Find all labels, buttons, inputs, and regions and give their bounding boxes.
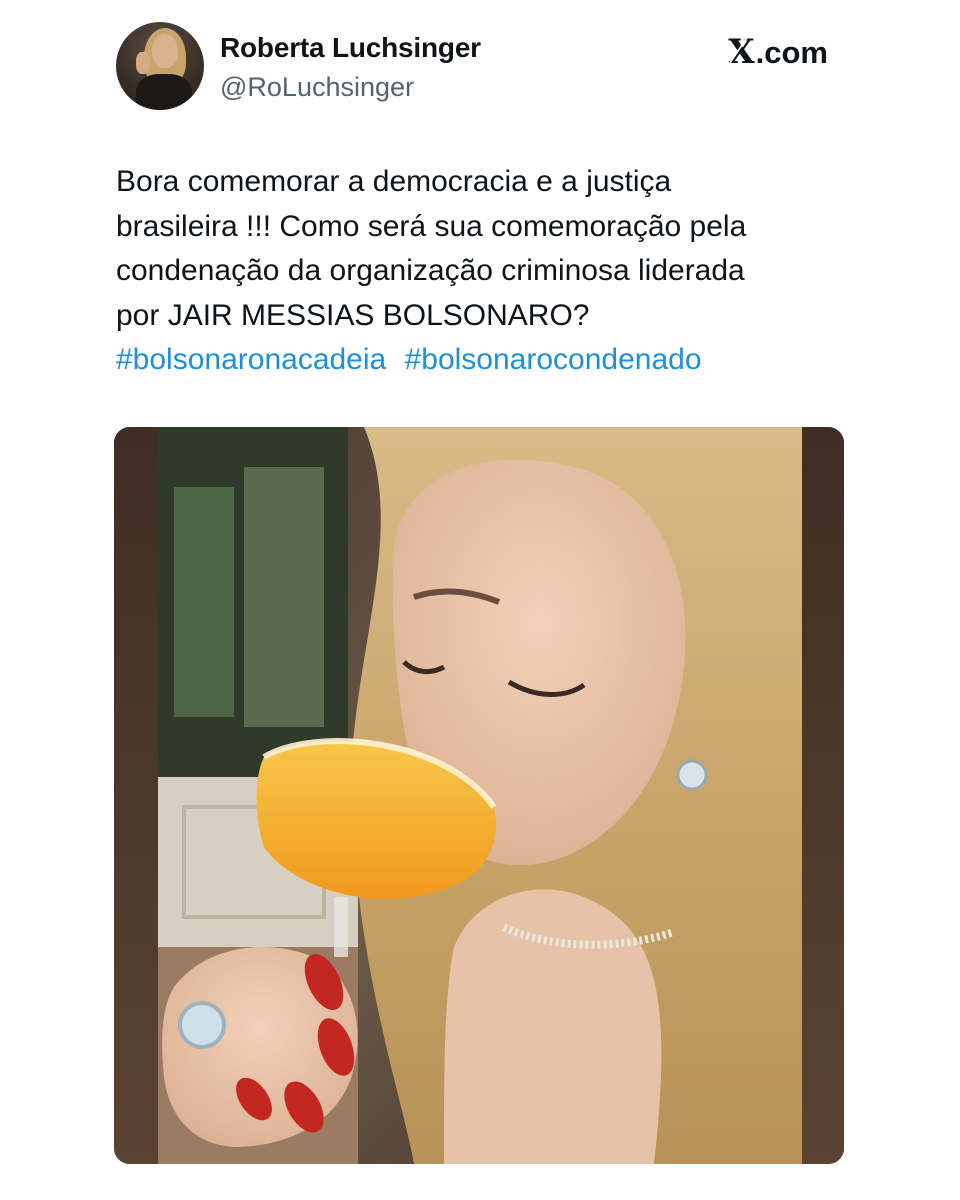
avatar-hand [136, 52, 150, 74]
post-text-line: brasileira !!! Como será sua comemoração… [116, 209, 747, 243]
avatar-face [152, 34, 178, 68]
post-text-line: condenação da organização criminosa lide… [116, 254, 745, 287]
site-logo: X .com [728, 32, 828, 72]
avatar-body [136, 74, 192, 110]
post-header: Roberta Luchsinger @RoLuchsinger X .com [116, 22, 828, 112]
post-text-line: por JAIR MESSIAS BOLSONARO? [116, 298, 590, 332]
post-text: Bora comemorar a democracia e a justiça … [116, 160, 844, 383]
photo-illustration [114, 427, 844, 1164]
author-name[interactable]: Roberta Luchsinger [220, 32, 481, 64]
avatar[interactable] [116, 22, 204, 110]
post-text-line: Bora comemorar a democracia e a justiça [116, 165, 672, 198]
hashtag-link[interactable]: #bolsonarocondenado [405, 343, 702, 376]
post-media-photo[interactable] [114, 427, 844, 1164]
author-handle[interactable]: @RoLuchsinger [220, 72, 414, 103]
x-logo-icon: X [728, 32, 755, 72]
hashtag-link[interactable]: #bolsonaronacadeia [116, 343, 386, 376]
hashtag-line: #bolsonaronacadeia #bolsonarocondenado [116, 338, 844, 383]
site-label: .com [755, 35, 828, 70]
